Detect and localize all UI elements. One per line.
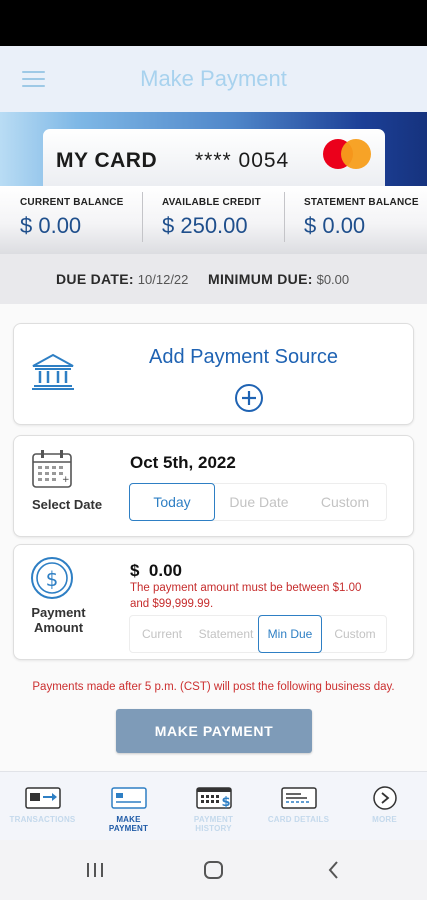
- card-name: MY CARD: [56, 149, 158, 172]
- nav-item-card-details[interactable]: CARD DETAILS: [256, 772, 341, 841]
- due-info-row: DUE DATE: 10/12/22 MINIMUM DUE: $0.00: [0, 254, 427, 304]
- payment-form: Add Payment Source + Select Date Oct 5th…: [0, 304, 427, 771]
- nav-item-more[interactable]: MORE: [342, 772, 427, 841]
- make-payment-icon: [111, 787, 147, 809]
- nav-item-payment-history[interactable]: $ PAYMENT HISTORY: [171, 772, 256, 841]
- svg-text:$: $: [221, 795, 230, 810]
- status-bar: [0, 0, 427, 46]
- amount-option-group: Current Statement Min Due Custom: [129, 615, 387, 653]
- nav-label: CARD DETAILS: [267, 815, 330, 824]
- back-icon[interactable]: [324, 858, 344, 882]
- card-number: **** 0054: [195, 149, 290, 172]
- recent-apps-icon[interactable]: [84, 858, 106, 882]
- bank-icon: [32, 353, 74, 390]
- current-balance-value: $ 0.00: [20, 213, 82, 238]
- current-balance-label: CURRENT BALANCE: [20, 197, 124, 208]
- amount-error-message: The payment amount must be between $1.00…: [130, 582, 362, 610]
- amount-option-current[interactable]: Current: [130, 616, 194, 652]
- date-option-custom[interactable]: Custom: [302, 484, 388, 520]
- amount-option-custom[interactable]: Custom: [322, 616, 388, 652]
- transactions-icon: [25, 787, 61, 809]
- select-date-label: Select Date: [31, 497, 103, 512]
- nav-item-make-payment[interactable]: MAKE PAYMENT: [86, 772, 171, 841]
- app-header: Make Payment: [0, 46, 427, 112]
- date-option-group: Today Due Date Custom: [129, 483, 387, 521]
- payment-amount-input[interactable]: $ 0.00: [130, 561, 182, 581]
- minimum-due: MINIMUM DUE: $0.00: [208, 271, 350, 287]
- date-option-due-date[interactable]: Due Date: [216, 484, 302, 520]
- home-icon[interactable]: [202, 858, 226, 882]
- payment-history-icon: $: [196, 787, 232, 810]
- amount-option-statement[interactable]: Statement: [194, 616, 258, 652]
- nav-label: MAKE PAYMENT: [108, 815, 149, 833]
- divider: [142, 192, 143, 242]
- statement-balance-label: STATEMENT BALANCE: [304, 197, 419, 208]
- calendar-icon: +: [32, 450, 72, 488]
- nav-label: TRANSACTIONS: [9, 815, 76, 824]
- svg-text:+: +: [62, 475, 70, 485]
- select-date-card: + Select Date Oct 5th, 2022 Today Due Da…: [13, 435, 414, 537]
- due-date: DUE DATE: 10/12/22: [56, 271, 189, 287]
- system-nav-bar: [0, 840, 427, 900]
- balance-summary: CURRENT BALANCE $ 0.00 AVAILABLE CREDIT …: [0, 186, 427, 254]
- cutoff-notice: Payments made after 5 p.m. (CST) will po…: [32, 681, 395, 693]
- add-payment-source-card[interactable]: Add Payment Source: [13, 323, 414, 425]
- nav-item-transactions[interactable]: TRANSACTIONS: [0, 772, 85, 841]
- nav-label: PAYMENT HISTORY: [193, 815, 234, 833]
- amount-option-min-due[interactable]: Min Due: [258, 615, 322, 653]
- plus-circle-icon[interactable]: [234, 383, 264, 413]
- more-chevron-icon: [373, 786, 397, 810]
- add-payment-source-title[interactable]: Add Payment Source: [149, 346, 338, 369]
- date-option-today[interactable]: Today: [129, 483, 215, 521]
- available-credit-label: AVAILABLE CREDIT: [162, 197, 261, 208]
- mastercard-logo-icon: [323, 139, 371, 169]
- svg-text:$: $: [46, 567, 59, 591]
- divider: [284, 192, 285, 242]
- credit-card: MY CARD **** 0054: [43, 129, 385, 186]
- dollar-circle-icon: $: [31, 557, 73, 599]
- statement-balance-value: $ 0.00: [304, 213, 366, 238]
- card-details-icon: [281, 787, 317, 809]
- page-title: Make Payment: [140, 66, 287, 91]
- nav-label: MORE: [372, 815, 397, 824]
- payment-amount-card: $ Payment Amount $ 0.00 The payment amou…: [13, 544, 414, 660]
- available-credit-value: $ 250.00: [162, 213, 248, 238]
- card-banner: MY CARD **** 0054: [0, 112, 427, 186]
- make-payment-button[interactable]: MAKE PAYMENT: [116, 709, 312, 753]
- bottom-nav: TRANSACTIONS MAKE PAYMENT $ PAYMENT HIST…: [0, 771, 427, 840]
- selected-date: Oct 5th, 2022: [130, 453, 236, 472]
- payment-amount-label: Payment Amount: [31, 605, 86, 635]
